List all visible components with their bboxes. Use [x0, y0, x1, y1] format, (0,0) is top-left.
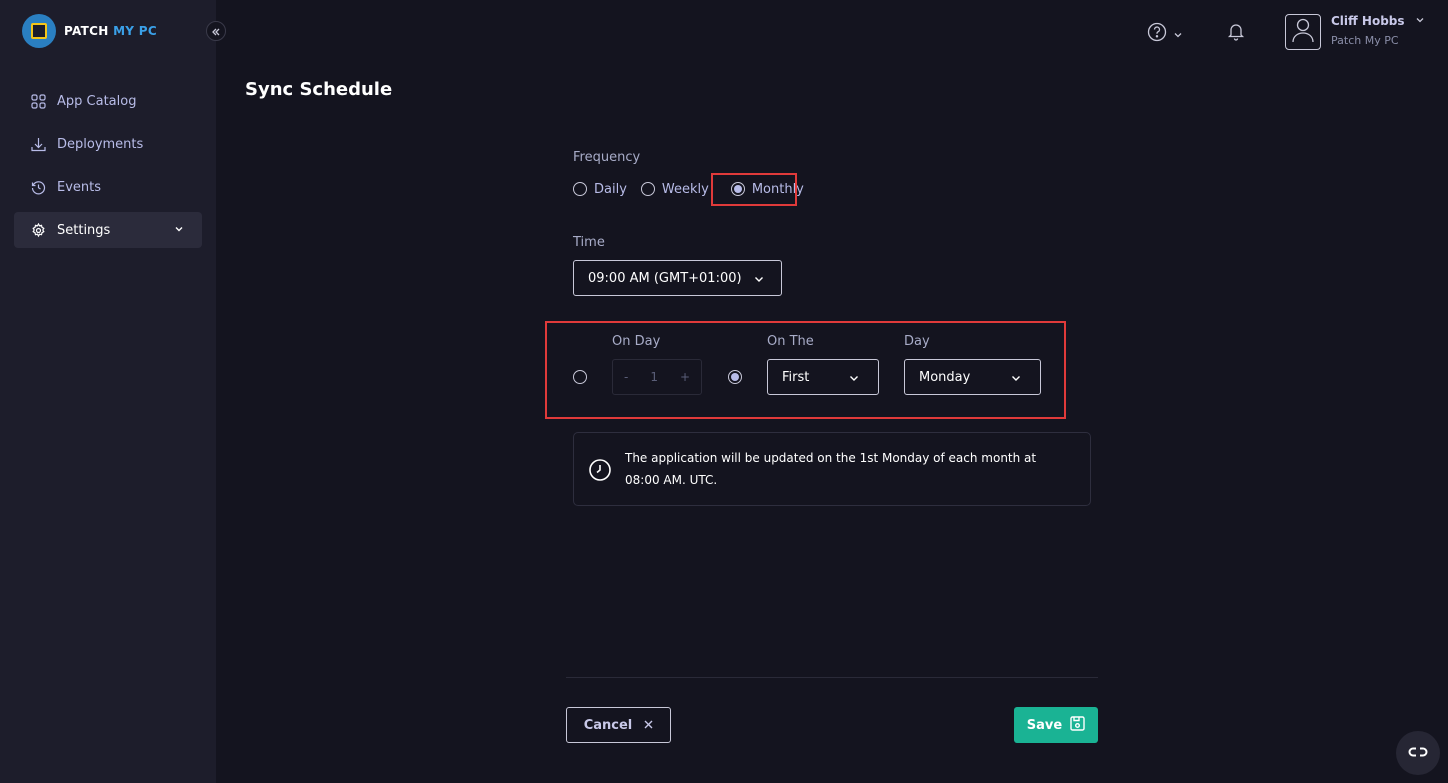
- logo-icon: [22, 14, 56, 48]
- gear-icon: [30, 222, 46, 238]
- increment-button[interactable]: +: [680, 370, 690, 384]
- time-label: Time: [573, 235, 605, 250]
- sidebar-item-app-catalog[interactable]: App Catalog: [14, 83, 202, 119]
- day-label: Day: [904, 334, 930, 349]
- on-the-radio[interactable]: [728, 370, 742, 384]
- sidebar-item-settings[interactable]: Settings: [14, 212, 202, 248]
- frequency-option-daily[interactable]: Daily: [573, 182, 627, 197]
- sidebar: PATCH MY PC App Catalog Deployments Even…: [0, 0, 216, 783]
- sidebar-item-label: App Catalog: [57, 93, 137, 109]
- sidebar-item-deployments[interactable]: Deployments: [14, 126, 202, 162]
- sidebar-item-label: Settings: [57, 222, 111, 238]
- frequency-option-weekly[interactable]: Weekly: [640, 181, 709, 197]
- radio-button[interactable]: [640, 182, 655, 196]
- on-day-stepper[interactable]: - 1 +: [612, 359, 702, 395]
- chevron-down-icon: [753, 273, 765, 289]
- schedule-summary-box: The application will be updated on the 1…: [573, 432, 1091, 506]
- chat-icon: [1407, 744, 1429, 763]
- highlight-box: [711, 173, 797, 206]
- on-day-value: 1: [650, 370, 658, 384]
- download-icon: [30, 136, 46, 152]
- day-select[interactable]: Monday: [904, 359, 1041, 395]
- radio-button[interactable]: [573, 182, 587, 196]
- on-the-select-value: First: [782, 369, 810, 385]
- cancel-button[interactable]: Cancel: [566, 707, 671, 743]
- page-title: Sync Schedule: [245, 79, 393, 100]
- chevron-down-icon: [848, 372, 860, 388]
- user-organization: Patch My PC: [1331, 34, 1399, 47]
- cancel-button-label: Cancel: [583, 717, 633, 733]
- decrement-button[interactable]: -: [624, 370, 628, 384]
- sidebar-item-events[interactable]: Events: [14, 169, 202, 205]
- save-button-label: Save: [1026, 717, 1063, 733]
- notifications-button[interactable]: [1226, 21, 1246, 45]
- sidebar-item-label: Events: [57, 179, 102, 195]
- user-name: Cliff Hobbs: [1331, 14, 1405, 28]
- day-select-value: Monday: [919, 369, 971, 385]
- time-select[interactable]: 09:00 AM (GMT+01:00): [573, 260, 782, 296]
- chevrons-left-icon: [211, 22, 221, 41]
- on-day-radio[interactable]: [573, 370, 587, 384]
- divider: [566, 677, 1098, 678]
- radio-label: Daily: [594, 181, 627, 197]
- save-button[interactable]: Save: [1014, 707, 1098, 743]
- on-the-label: On The: [767, 334, 814, 349]
- user-icon: [1291, 17, 1315, 47]
- sidebar-item-label: Deployments: [57, 136, 144, 152]
- clock-icon: [588, 458, 612, 486]
- frequency-label: Frequency: [573, 150, 641, 165]
- chevron-down-icon: [1415, 14, 1425, 28]
- on-day-label: On Day: [612, 334, 661, 349]
- brand-name-accent: MY PC: [113, 24, 157, 38]
- chat-widget-button[interactable]: [1396, 731, 1440, 775]
- help-menu[interactable]: [1147, 22, 1183, 46]
- collapse-sidebar-button[interactable]: [206, 21, 226, 41]
- save-icon: [1070, 715, 1085, 735]
- close-icon: [644, 718, 653, 733]
- chevron-down-icon: [1010, 372, 1022, 388]
- logo[interactable]: PATCH MY PC: [22, 14, 157, 48]
- avatar: [1285, 14, 1321, 50]
- radio-label: Weekly: [661, 181, 709, 197]
- grid-icon: [30, 93, 46, 109]
- bell-icon: [1226, 24, 1246, 45]
- time-select-value: 09:00 AM (GMT+01:00): [588, 270, 742, 286]
- schedule-summary-text: The application will be updated on the 1…: [625, 451, 1037, 487]
- sidebar-nav: App Catalog Deployments Events Settings: [14, 83, 202, 255]
- on-the-select[interactable]: First: [767, 359, 879, 395]
- user-menu[interactable]: Cliff Hobbs Patch My PC: [1285, 14, 1425, 50]
- history-icon: [30, 179, 46, 195]
- chevron-down-icon: [1173, 25, 1183, 44]
- help-icon: [1147, 22, 1167, 46]
- chevron-down-icon: [174, 223, 184, 238]
- brand-name: PATCH: [64, 24, 114, 38]
